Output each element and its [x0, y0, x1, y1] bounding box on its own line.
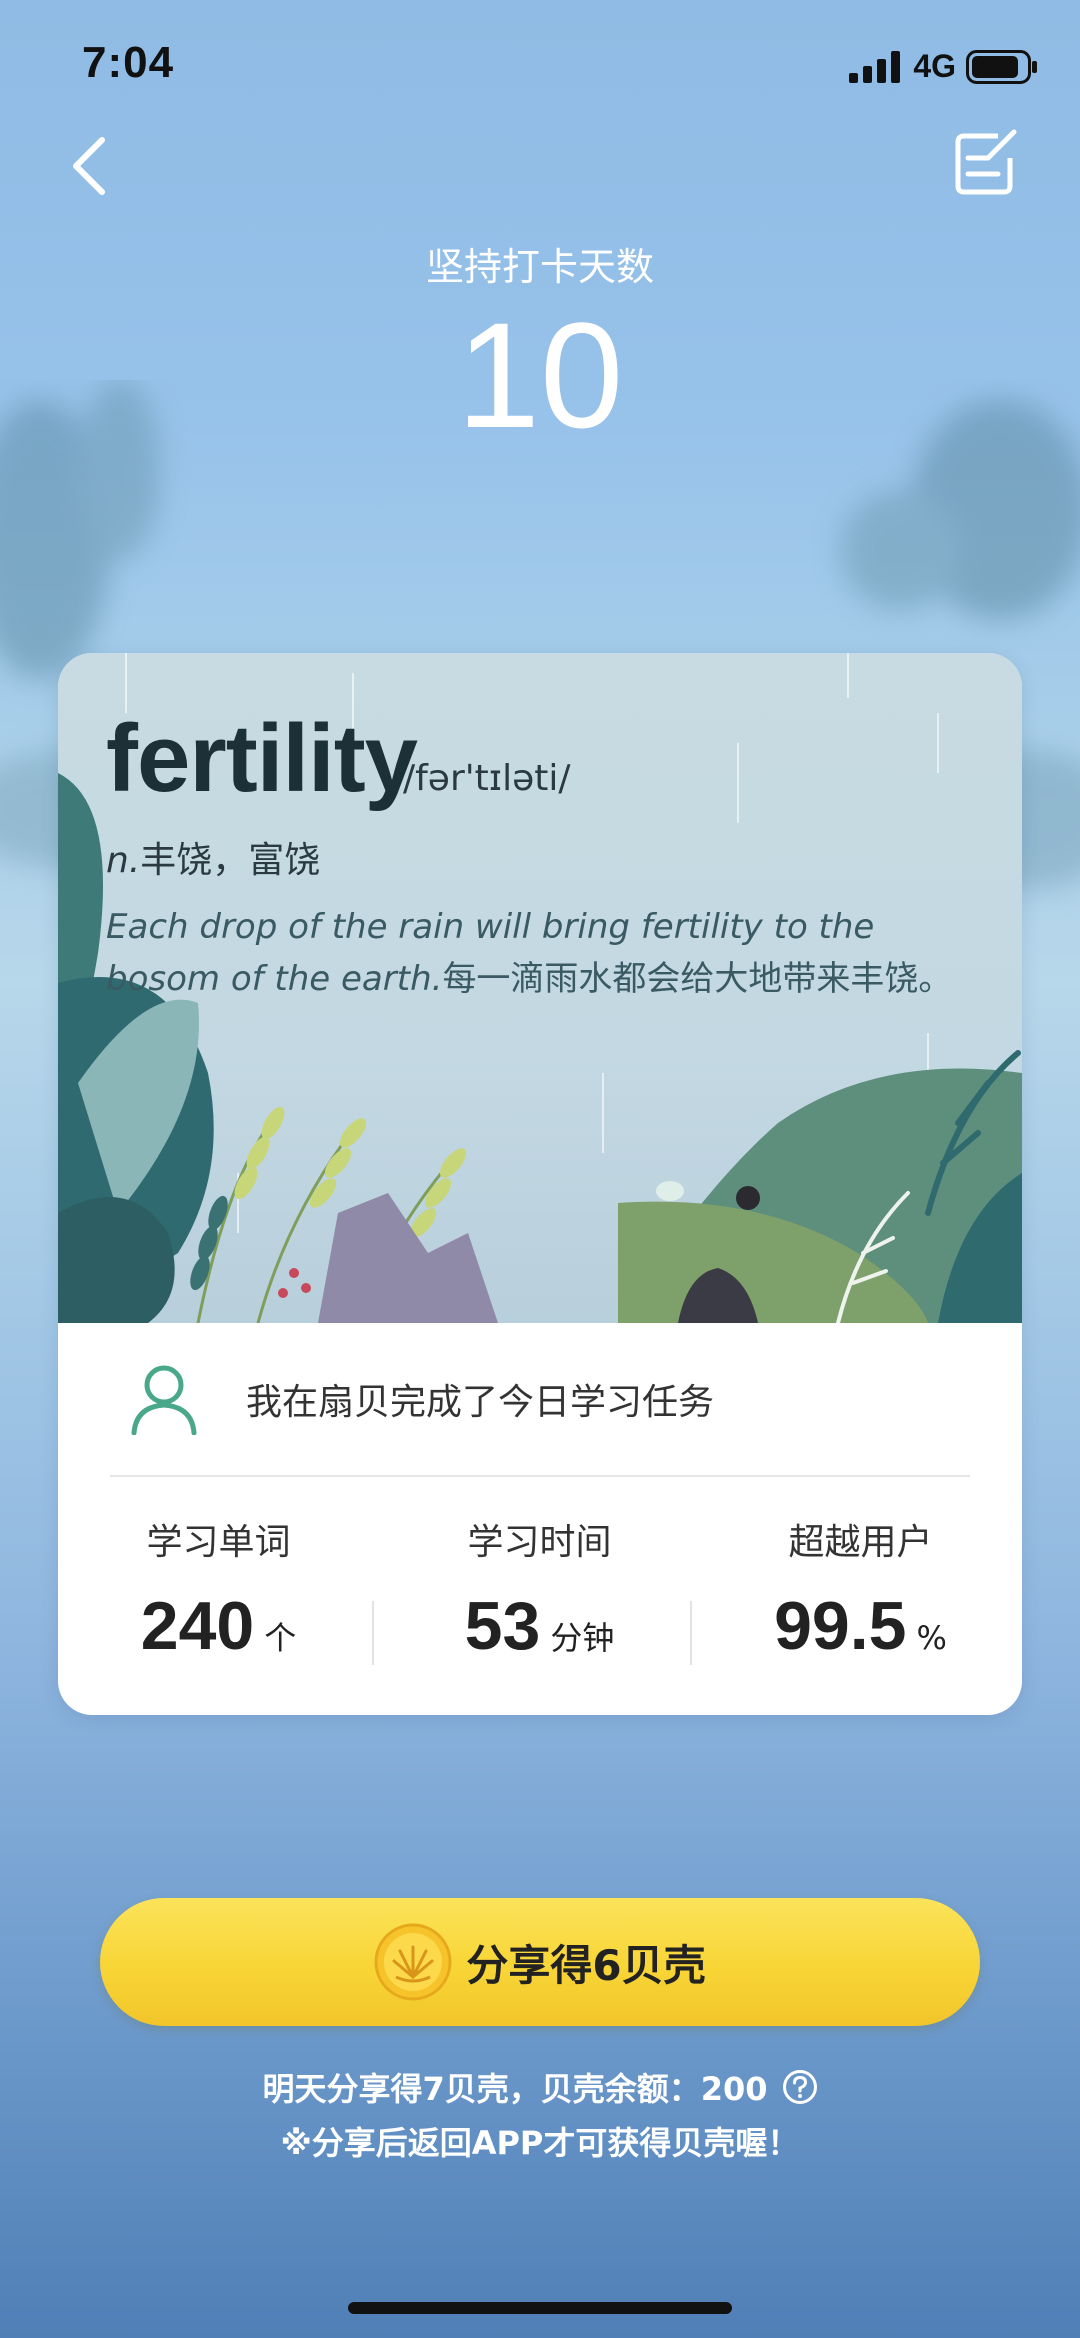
chevron-left-icon [73, 137, 105, 195]
share-button[interactable]: 分享得6贝壳 [100, 1898, 980, 2026]
stat-rank: 超越用户 99.5% [700, 1513, 1021, 1665]
word-illustration-panel: fertility /fər'tɪləti/ n.丰饶，富饶 Each drop… [58, 653, 1022, 1323]
streak-label: 坚持打卡天数 [425, 245, 654, 289]
stat-separator [690, 1601, 692, 1665]
word-phonetic: /fər'tɪləti/ [403, 758, 571, 799]
word-text: fertility [106, 705, 418, 812]
checkin-card: fertility /fər'tɪləti/ n.丰饶，富饶 Each drop… [58, 653, 1022, 1715]
stat-value: 99.5% [700, 1587, 1021, 1665]
tomorrow-tip-text: 明天分享得7贝壳，贝壳余额：200 [262, 2070, 768, 2108]
share-note: ※分享后返回APP才可获得贝壳喔！ [280, 2124, 800, 2162]
stat-words: 学习单词 240 个 [58, 1513, 379, 1665]
completion-text: 我在扇贝完成了今日学习任务 [246, 1382, 715, 1423]
part-of-speech: n. [106, 840, 141, 881]
share-button-label: 分享得6贝壳 [466, 1940, 706, 1990]
user-completion-row: 我在扇贝完成了今日学习任务 [58, 1323, 1022, 1473]
word-meaning: n.丰饶，富饶 [106, 831, 320, 883]
stat-label: 超越用户 [788, 1522, 933, 1563]
shell-coin-icon [374, 1923, 452, 2001]
user-avatar-icon [131, 1365, 197, 1435]
example-chinese: 每一滴雨水都会给大地带来丰饶。 [442, 959, 953, 999]
streak-days: 10 [456, 291, 624, 459]
stat-unit: 个 [264, 1619, 297, 1657]
battery-icon [966, 49, 1037, 84]
status-indicators: 4G [849, 48, 1038, 85]
signal-icon [849, 50, 901, 83]
tomorrow-tip: 明天分享得7贝壳，贝壳余额：200 [0, 2064, 1080, 2110]
stat-time: 学习时间 53 分钟 [379, 1513, 700, 1665]
stat-unit: % [916, 1619, 947, 1657]
question-circle-icon[interactable] [782, 2069, 818, 2105]
edit-button[interactable] [952, 128, 1022, 198]
stat-separator [372, 1601, 374, 1665]
status-time: 7:04 [82, 38, 175, 87]
stat-number: 99.5 [774, 1588, 907, 1664]
status-bar: 7:04 4G [0, 0, 1080, 130]
stat-value: 240 个 [58, 1587, 379, 1665]
stat-value: 53 分钟 [379, 1587, 700, 1665]
meaning-text: 丰饶，富饶 [140, 840, 321, 881]
stat-label: 学习单词 [146, 1522, 291, 1563]
network-type: 4G [913, 48, 956, 84]
edit-note-icon [955, 129, 1017, 195]
stat-number: 240 [140, 1588, 255, 1664]
card-divider [110, 1475, 970, 1477]
back-button[interactable] [62, 130, 122, 200]
example-sentence: Each drop of the rain will bring fertili… [106, 901, 986, 1005]
stat-unit: 分钟 [550, 1619, 615, 1657]
stat-label: 学习时间 [467, 1522, 612, 1563]
stat-number: 53 [464, 1588, 541, 1664]
home-indicator[interactable] [348, 2302, 732, 2314]
